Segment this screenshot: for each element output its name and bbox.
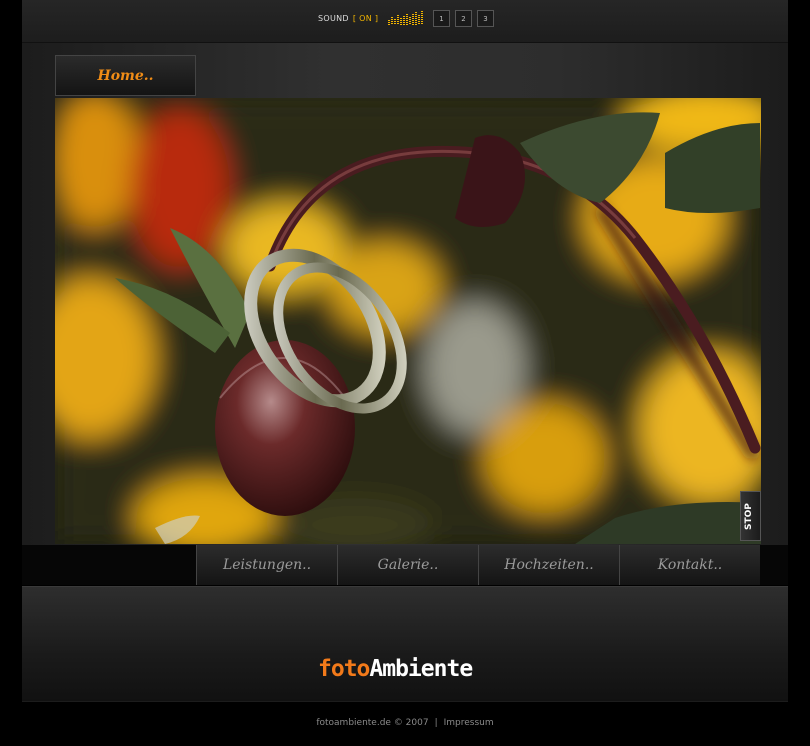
copyright-line: fotoambiente.de © 2007 | Impressum — [0, 718, 810, 728]
equalizer-bar — [418, 15, 420, 25]
nav-hochzeiten[interactable]: Hochzeiten.. — [478, 545, 619, 585]
footer-panel — [22, 586, 788, 701]
sound-state[interactable]: [ ON ] — [353, 14, 378, 23]
home-tab[interactable]: Home.. — [55, 55, 196, 96]
stop-label: STOP — [744, 503, 754, 530]
nav-galerie[interactable]: Galerie.. — [337, 545, 478, 585]
equalizer-bar — [394, 19, 396, 25]
dahlia-bud-rings-image — [55, 98, 761, 544]
separator: | — [434, 718, 438, 728]
stop-button[interactable]: STOP — [740, 491, 761, 541]
equalizer-bar — [406, 14, 408, 25]
left-margin — [0, 0, 22, 746]
footer-divider — [22, 701, 788, 702]
equalizer-bar — [421, 11, 423, 25]
top-bar: SOUND [ ON ] 1 2 3 — [22, 0, 788, 43]
fotoambiente-logo: fotoAmbiente — [318, 656, 473, 682]
equalizer-bar — [412, 14, 414, 25]
equalizer-bar — [397, 15, 399, 25]
equalizer-bar — [391, 17, 393, 25]
track-2-button[interactable]: 2 — [455, 10, 472, 27]
nav-leistungen[interactable]: Leistungen.. — [196, 545, 337, 585]
equalizer-bar — [400, 18, 402, 25]
equalizer-bar — [409, 17, 411, 25]
equalizer-bar — [415, 12, 417, 25]
right-margin — [788, 0, 810, 746]
slideshow-photo — [55, 98, 761, 544]
sound-label: SOUND — [318, 14, 349, 23]
track-3-button[interactable]: 3 — [477, 10, 494, 27]
logo-ambiente: Ambiente — [369, 656, 473, 682]
copyright-text: fotoambiente.de © 2007 — [316, 718, 429, 728]
equalizer-bar — [388, 20, 390, 25]
sound-toggle[interactable]: SOUND [ ON ] — [318, 14, 378, 23]
equalizer-icon[interactable] — [388, 11, 424, 25]
equalizer-bar — [403, 16, 405, 25]
nav-kontakt[interactable]: Kontakt.. — [619, 545, 760, 585]
track-1-button[interactable]: 1 — [433, 10, 450, 27]
logo-foto: foto — [318, 656, 370, 682]
impressum-link[interactable]: Impressum — [444, 718, 494, 728]
